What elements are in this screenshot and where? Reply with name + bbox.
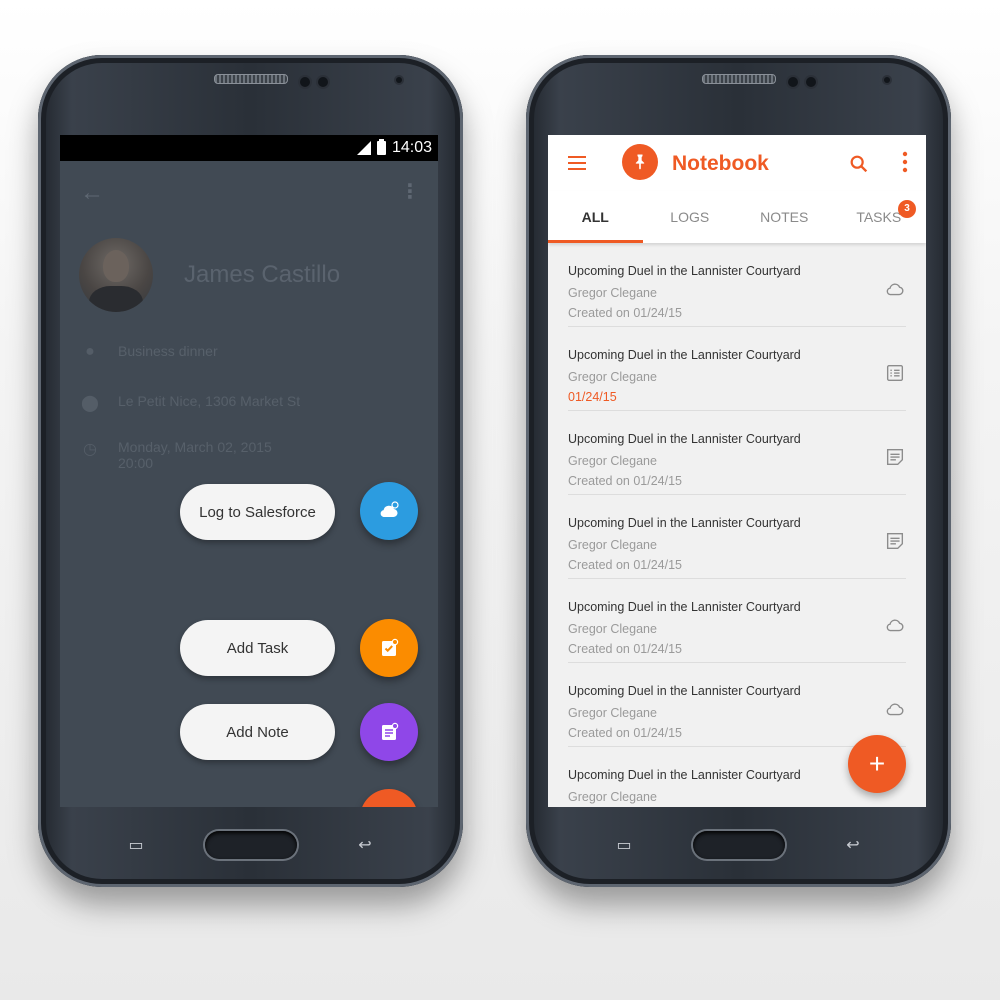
more-vert-icon[interactable] (902, 151, 908, 173)
item-title: Upcoming Duel in the Lannister Courtyard (568, 768, 801, 782)
detail-text: Business dinner (118, 343, 218, 359)
contact-name: James Castillo (184, 261, 341, 288)
status-bar: 14:03 (60, 135, 438, 161)
log-to-salesforce-fab[interactable] (360, 482, 418, 540)
detail-text: Monday, March 02, 2015 (118, 439, 272, 455)
notebook-list: Upcoming Duel in the Lannister Courtyard… (548, 243, 926, 807)
task-list-icon (886, 364, 904, 382)
cloud-icon (886, 703, 904, 716)
chat-bubble-icon: ● (85, 343, 95, 360)
task-icon (382, 638, 399, 656)
item-person: Gregor Clegane (568, 706, 657, 720)
add-note-fab[interactable] (360, 703, 418, 761)
location-pin-icon: ⬤ (81, 395, 99, 412)
front-sensor (788, 77, 798, 87)
tab-all[interactable]: ALL (548, 191, 643, 243)
list-item[interactable]: Upcoming Duel in the Lannister Courtyard… (568, 579, 906, 663)
detail-text: Le Petit Nice, 1306 Market St (118, 393, 301, 409)
proximity-sensor (396, 77, 402, 83)
cloud-icon (380, 501, 399, 517)
proximity-sensor (884, 77, 890, 83)
item-title: Upcoming Duel in the Lannister Courtyard (568, 600, 801, 614)
note-icon (886, 448, 904, 466)
app-title: Notebook (672, 152, 769, 175)
status-time: 14:03 (391, 139, 432, 156)
back-arrow-icon[interactable]: ← (80, 179, 104, 207)
note-icon (886, 532, 904, 550)
log-to-salesforce-button[interactable]: Log to Salesforce (180, 484, 335, 540)
earpiece-speaker (701, 74, 776, 84)
recent-apps-icon[interactable]: ▭ (124, 837, 148, 855)
back-key-icon[interactable]: ↩ (353, 837, 377, 855)
detail-row-time: ◷ Monday, March 02, 2015 20:00 (80, 439, 272, 471)
home-button[interactable] (204, 831, 297, 859)
cloud-icon (886, 619, 904, 632)
contact-detail-screen: 14:03 ← ⋮ James Castillo ● Business dinn… (60, 135, 438, 807)
signal-icon (355, 141, 371, 155)
battery-icon (376, 139, 386, 155)
list-item[interactable]: Upcoming Duel in the Lannister Courtyard… (568, 663, 906, 747)
tab-bar: ALL LOGS NOTES TASKS 3 (548, 191, 926, 243)
item-person: Gregor Clegane (568, 790, 657, 804)
item-date: Created on 01/24/15 (568, 642, 682, 656)
item-title: Upcoming Duel in the Lannister Courtyard (568, 432, 801, 446)
overflow-menu-icon[interactable]: ⋮ (400, 179, 420, 204)
right-phone: Notebook ALL LOGS NOTES TASKS 3 Upcoming… (526, 55, 951, 887)
add-fab[interactable]: + (848, 735, 906, 793)
tab-logs[interactable]: LOGS (643, 191, 738, 243)
item-person: Gregor Clegane (568, 370, 657, 384)
item-due-date: 01/24/15 (568, 390, 617, 404)
home-button[interactable] (692, 831, 785, 859)
item-person: Gregor Clegane (568, 454, 657, 468)
front-sensor (300, 77, 310, 87)
back-key-icon[interactable]: ↩ (841, 837, 865, 855)
item-person: Gregor Clegane (568, 538, 657, 552)
detail-row-location: ⬤ Le Petit Nice, 1306 Market St (80, 393, 300, 413)
detail-text: 20:00 (118, 455, 154, 471)
item-date: Created on 01/24/15 (568, 306, 682, 320)
recent-apps-icon[interactable]: ▭ (612, 837, 636, 855)
add-task-fab[interactable] (360, 619, 418, 677)
tab-tasks[interactable]: TASKS 3 (832, 191, 927, 243)
item-date: Created on 01/24/15 (568, 558, 682, 572)
item-person: Gregor Clegane (568, 622, 657, 636)
list-item[interactable]: Upcoming Duel in the Lannister Courtyard… (568, 243, 906, 327)
add-note-button[interactable]: Add Note (180, 704, 335, 760)
front-camera (318, 77, 328, 87)
front-camera (806, 77, 816, 87)
earpiece-speaker (213, 74, 288, 84)
list-item[interactable]: Upcoming Duel in the Lannister Courtyard… (568, 495, 906, 579)
app-bar: Notebook (548, 135, 926, 191)
cloud-icon (886, 283, 904, 296)
close-fab[interactable]: × (360, 789, 418, 807)
list-item[interactable]: Upcoming Duel in the Lannister Courtyard… (568, 411, 906, 495)
notebook-screen: Notebook ALL LOGS NOTES TASKS 3 Upcoming… (548, 135, 926, 807)
search-icon[interactable] (848, 153, 870, 175)
note-icon (382, 722, 399, 740)
pushpin-logo-icon (622, 144, 658, 180)
item-title: Upcoming Duel in the Lannister Courtyard (568, 516, 801, 530)
list-item[interactable]: Upcoming Duel in the Lannister Courtyard… (568, 327, 906, 411)
item-title: Upcoming Duel in the Lannister Courtyard (568, 264, 801, 278)
tab-notes[interactable]: NOTES (737, 191, 832, 243)
menu-icon[interactable] (568, 156, 586, 170)
add-task-button[interactable]: Add Task (180, 620, 335, 676)
tab-tasks-label: TASKS (856, 209, 902, 225)
detail-row-event: ● Business dinner (80, 343, 218, 361)
item-title: Upcoming Duel in the Lannister Courtyard (568, 348, 801, 362)
left-phone: 14:03 ← ⋮ James Castillo ● Business dinn… (38, 55, 463, 887)
item-person: Gregor Clegane (568, 286, 657, 300)
timer-icon: ◷ (83, 441, 97, 458)
avatar (79, 238, 153, 312)
item-date: Created on 01/24/15 (568, 474, 682, 488)
tasks-count-badge: 3 (898, 200, 916, 218)
item-date: Created on 01/24/15 (568, 726, 682, 740)
item-title: Upcoming Duel in the Lannister Courtyard (568, 684, 801, 698)
